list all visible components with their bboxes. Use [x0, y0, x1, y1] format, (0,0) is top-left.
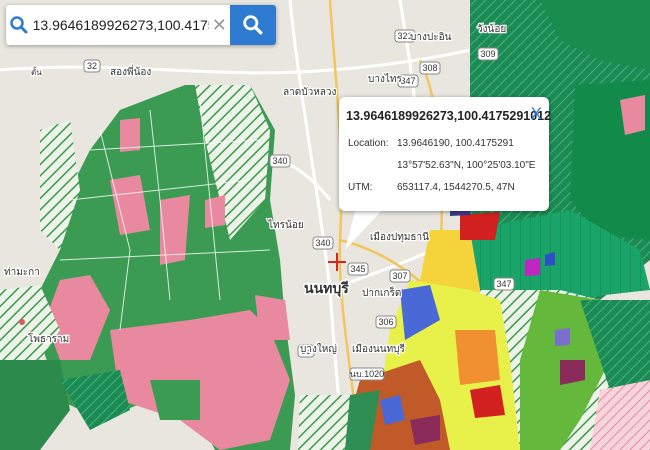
road-shield: 340 [312, 236, 334, 250]
road-shield: 345 [347, 262, 369, 276]
svg-text:345: 345 [350, 264, 365, 274]
place-label: วังน้อย [477, 23, 506, 35]
clear-search-button[interactable]: ✕ [209, 15, 230, 36]
poi-marker [19, 319, 25, 325]
svg-text:307: 307 [392, 271, 407, 281]
close-popup-button[interactable]: X [531, 104, 542, 124]
search-input[interactable] [32, 17, 209, 33]
place-label: เมืองนนทบุรี [352, 343, 406, 355]
search-icon [6, 16, 33, 34]
place-label: ปากเกร็ด [362, 285, 401, 299]
road-shield: 306 [375, 315, 397, 329]
place-label: ไทรน้อย [267, 219, 304, 231]
road-shield: 32 [83, 59, 101, 73]
location-marker [328, 253, 346, 271]
place-label: ลาดบัวหลวง [283, 87, 337, 98]
place-label: เมืองปทุมธานี [370, 231, 429, 243]
place-label: สองพี่น้อง [110, 64, 151, 78]
place-label: บางไทร [368, 73, 402, 85]
svg-text:347: 347 [496, 279, 511, 289]
location-label: Location: [348, 138, 389, 149]
utm-label: UTM: [348, 182, 373, 193]
search-button[interactable] [229, 5, 276, 45]
svg-text:306: 306 [378, 317, 393, 327]
road-shield: 347 [493, 277, 515, 291]
road-shield: 308 [419, 61, 441, 75]
road-shield: 309 [477, 47, 499, 61]
place-label: บางใหญ่ [300, 343, 337, 355]
road-shield: นบ.1020 [349, 367, 385, 381]
road-shield: 340 [269, 154, 291, 168]
location-dms: 13°57'52.63"N, 100°25'03.10"E [397, 160, 536, 171]
svg-text:32: 32 [87, 61, 97, 71]
svg-text:309: 309 [480, 49, 495, 59]
location-decimal: 13.9646190, 100.4175291 [397, 138, 514, 149]
utm-value: 653117.4, 1544270.5, 47N [397, 182, 515, 193]
coordinate-popup: 13.9646189926273,100.4175291012 X Locati… [339, 97, 552, 211]
place-label: ท่ามะกา [4, 267, 40, 278]
svg-text:340: 340 [315, 238, 330, 248]
search-bar: ✕ [6, 5, 276, 45]
zoning-map[interactable]: 32 321 347 308 309 340 340 345 307 306 3… [0, 0, 650, 450]
popup-title: 13.9646189926273,100.4175291012 [346, 109, 552, 123]
svg-text:นบ.1020: นบ.1020 [350, 369, 384, 379]
place-label: ตั้น [31, 66, 42, 77]
road-shield: 307 [389, 269, 411, 283]
svg-text:340: 340 [272, 156, 287, 166]
svg-text:308: 308 [422, 63, 437, 73]
place-label: นนทบุรี [304, 281, 349, 297]
place-label: บางปะอิน [410, 32, 452, 43]
search-icon [243, 15, 263, 35]
place-label: โพธาราม [28, 332, 69, 345]
svg-text:347: 347 [400, 76, 415, 86]
